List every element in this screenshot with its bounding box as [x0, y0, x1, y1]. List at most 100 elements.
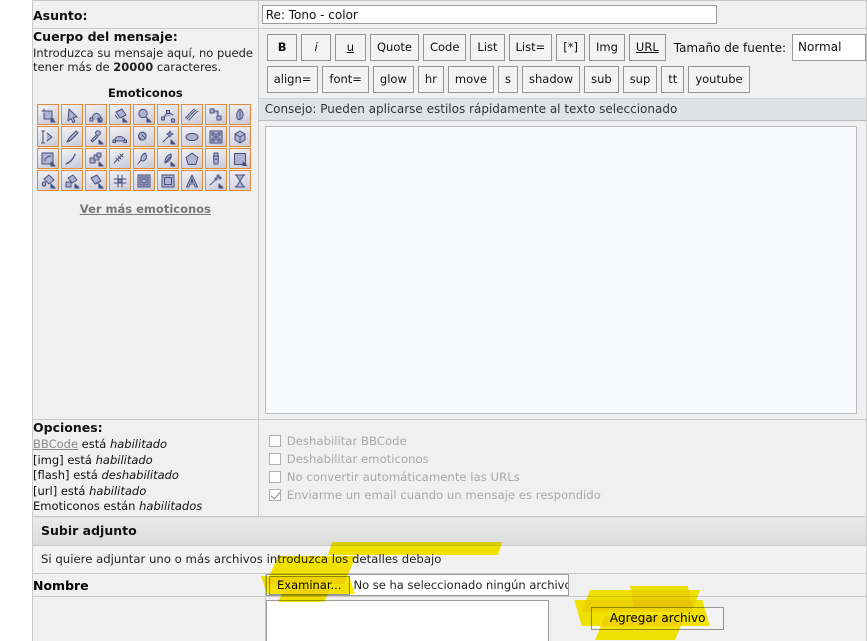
bbcode-button-youtube[interactable]: youtube — [688, 66, 750, 93]
checkbox-unchecked[interactable] — [268, 470, 281, 483]
file-input-control[interactable]: Examinar... No se ha seleccionado ningún… — [266, 574, 569, 596]
bbcode-button-sup[interactable]: sup — [622, 66, 658, 93]
bbcode-button-[interactable]: [*] — [556, 34, 585, 61]
checkbox-label: Deshabilitar emoticonos — [286, 451, 429, 466]
add-file-button[interactable]: Agregar archivo — [590, 606, 725, 630]
attachment-comment-input[interactable] — [266, 599, 549, 641]
browse-button[interactable]: Examinar... — [269, 575, 350, 595]
ellipse-icon[interactable] — [181, 126, 204, 147]
options-title: Opciones: — [33, 420, 103, 435]
bbcode-button-i[interactable]: i — [301, 34, 331, 61]
concentric-square-icon[interactable] — [133, 170, 156, 191]
bbcode-button-move[interactable]: move — [447, 66, 495, 93]
attachment-comment-cell: Agregar archivo — [265, 596, 867, 641]
more-emoticons-link[interactable]: Ver más emoticonos — [33, 202, 258, 216]
calligraphy-icon[interactable] — [61, 148, 84, 169]
square-shape-icon[interactable] — [229, 148, 252, 169]
options-status-list: BBCode está habilitado [img] está habilit… — [33, 437, 258, 515]
option-state: habilitados — [139, 499, 203, 513]
arc-angle-icon[interactable] — [109, 126, 132, 147]
options-checkbox-cell: Deshabilitar BBCode Deshabilitar emoticon… — [257, 419, 867, 517]
marker-pen-icon[interactable] — [205, 148, 228, 169]
bbcode-button-hr[interactable]: hr — [417, 66, 444, 93]
subject-row: Asunto: — [32, 0, 867, 29]
magnifier-icon[interactable] — [133, 104, 156, 125]
duplicate-blocks-icon[interactable] — [85, 148, 108, 169]
message-body-row: Cuerpo del mensaje: Introduzca su mensaj… — [32, 28, 867, 420]
scatter-dots-icon[interactable] — [205, 170, 228, 191]
options-label-cell: Opciones: BBCode está habilitado [img] es… — [32, 419, 259, 517]
comb-rake-icon[interactable] — [109, 148, 132, 169]
bbcode-button-s[interactable]: s — [498, 66, 519, 93]
attachment-comment-label-cell — [32, 596, 266, 641]
emoticons-grid[interactable] — [37, 104, 253, 192]
bbcode-help-link[interactable]: BBCode — [33, 437, 78, 451]
bbcode-button-list[interactable]: List= — [508, 34, 553, 61]
feather-pen-icon[interactable] — [229, 104, 252, 125]
polygon-icon[interactable] — [181, 148, 204, 169]
attachment-file-cell: Examinar... No se ha seleccionado ningún… — [265, 573, 867, 597]
bbcode-button-list[interactable]: List — [470, 34, 505, 61]
sandglass-icon[interactable] — [229, 170, 252, 191]
text-tool-icon[interactable] — [181, 170, 204, 191]
option-status-line: BBCode está habilitado — [33, 437, 258, 453]
blob-brush-icon[interactable] — [133, 148, 156, 169]
message-textarea[interactable] — [264, 126, 857, 414]
option-verb: está — [69, 468, 102, 482]
bbcode-button-font[interactable]: font= — [322, 66, 369, 93]
bbcode-button-align[interactable]: align= — [266, 66, 319, 93]
cube-3d-icon[interactable] — [229, 126, 252, 147]
spray-leaf-icon[interactable] — [157, 148, 180, 169]
ink-pen-icon[interactable] — [61, 126, 84, 147]
perspective-grid-icon[interactable] — [205, 126, 228, 147]
crop-icon[interactable] — [37, 104, 60, 125]
grid-transform-icon[interactable] — [109, 170, 132, 191]
bbcode-button-sub[interactable]: sub — [584, 66, 619, 93]
transform-page-icon[interactable] — [37, 148, 60, 169]
node-path-icon[interactable] — [157, 104, 180, 125]
checkbox-checked[interactable] — [268, 488, 281, 501]
bbcode-button-quote[interactable]: Quote — [369, 34, 419, 61]
measure-icon[interactable] — [37, 126, 60, 147]
connector-line-icon[interactable] — [205, 104, 228, 125]
subject-label-cell: Asunto: — [32, 0, 259, 29]
checkbox-unchecked[interactable] — [268, 452, 281, 465]
bbcode-button-b[interactable]: B — [266, 34, 298, 61]
option-name: [url] — [33, 483, 58, 498]
magic-wand-icon[interactable] — [157, 126, 180, 147]
paint-bucket-tilt-icon[interactable] — [109, 104, 132, 125]
option-state: habilitado — [95, 452, 153, 467]
fill-bucket-icon[interactable] — [37, 170, 60, 191]
smudge-icon[interactable] — [133, 126, 156, 147]
message-label-cell: Cuerpo del mensaje: Introduzca su mensaj… — [32, 28, 259, 420]
checkbox-unchecked[interactable] — [268, 434, 281, 447]
pointer-arrow-icon[interactable] — [61, 104, 84, 125]
option-verb: están — [99, 499, 140, 513]
subject-input[interactable] — [261, 5, 717, 24]
bbcode-button-glow[interactable]: glow — [372, 66, 414, 93]
font-size-select[interactable]: Normal — [792, 34, 866, 61]
checkbox-label: Enviarme un email cuando un mensaje es r… — [286, 487, 601, 502]
attachment-header: Subir adjunto — [32, 516, 867, 546]
clone-stamp-icon[interactable] — [61, 170, 84, 191]
option-checkbox-row[interactable]: No convertir automáticamente las URLs — [268, 468, 866, 485]
gradient-square-icon[interactable] — [157, 170, 180, 191]
bbcode-button-u[interactable]: u — [334, 34, 366, 61]
brush-strokes-icon[interactable] — [181, 104, 204, 125]
bbcode-button-shadow[interactable]: shadow — [522, 66, 581, 93]
bbcode-button-tt[interactable]: tt — [661, 66, 685, 93]
color-picker-icon[interactable] — [85, 126, 108, 147]
subject-label: Asunto: — [33, 8, 88, 23]
bbcode-button-img[interactable]: Img — [589, 34, 625, 61]
option-checkbox-row[interactable]: Enviarme un email cuando un mensaje es r… — [268, 486, 866, 503]
bezier-node-icon[interactable] — [85, 104, 108, 125]
pour-paint-icon[interactable] — [85, 170, 108, 191]
option-checkbox-row[interactable]: Deshabilitar BBCode — [268, 432, 866, 449]
option-state: deshabilitado — [101, 468, 179, 482]
hint-limit: 20000 — [113, 60, 154, 74]
subject-field-cell — [257, 0, 867, 29]
option-checkbox-row[interactable]: Deshabilitar emoticonos — [268, 450, 866, 467]
bbcode-button-code[interactable]: Code — [422, 34, 467, 61]
option-state: habilitado — [89, 483, 147, 498]
bbcode-button-url[interactable]: URL — [628, 34, 666, 61]
